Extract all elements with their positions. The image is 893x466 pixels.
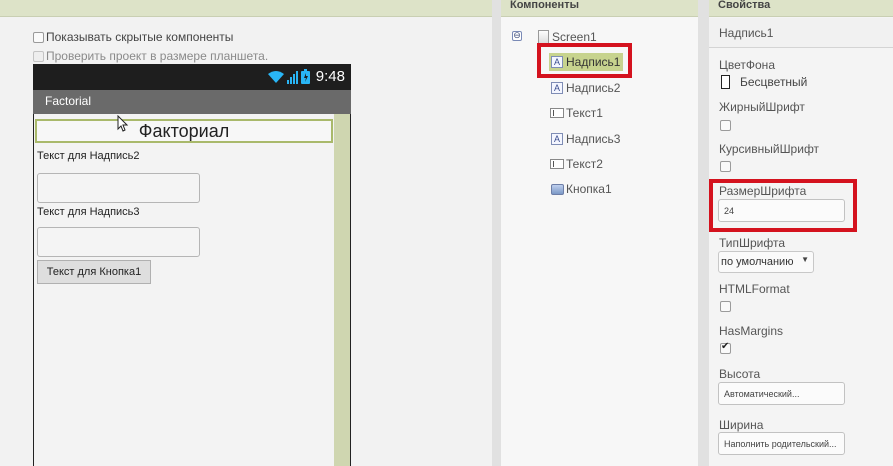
tree-item-label: Текст1 [566, 106, 603, 120]
show-hidden-checkbox[interactable] [33, 31, 44, 43]
tree-item-textbox2[interactable]: Текст2 [550, 155, 603, 173]
wifi-icon [267, 70, 284, 83]
tree-item-label: Screen1 [552, 30, 597, 44]
battery-icon [300, 69, 310, 84]
signal-icon [286, 70, 298, 84]
tablet-preview-label: Проверить проект в размере планшета. [46, 49, 269, 63]
prop-hasmargins-label: HasMargins [719, 324, 784, 338]
prop-width-label: Ширина [719, 418, 764, 432]
label1-preview[interactable]: Факториал [35, 119, 333, 143]
label-icon: A [551, 82, 563, 94]
prop-bgcolor-label: ЦветФона [719, 58, 775, 72]
highlight-box-fontsize [709, 179, 857, 232]
mouse-cursor-icon [117, 115, 129, 132]
collapse-toggle-icon[interactable]: ⊖ [512, 31, 522, 41]
prop-italic-label: КурсивныйШрифт [719, 142, 820, 156]
viewer-panel: Показывать скрытые компоненты Проверить … [0, 0, 492, 466]
tablet-preview-checkbox[interactable] [33, 50, 44, 62]
italic-checkbox[interactable] [720, 161, 731, 172]
tree-item-label: Надпись2 [566, 81, 621, 95]
components-header: Компоненты [501, 0, 698, 17]
tree-item-label: Текст2 [566, 157, 603, 171]
tree-item-label: Надпись3 [566, 132, 621, 146]
button-icon [550, 183, 564, 195]
tablet-preview-option[interactable]: Проверить проект в размере планшета. [33, 49, 268, 63]
panel-divider [492, 0, 501, 466]
show-hidden-label: Показывать скрытые компоненты [46, 30, 234, 44]
textbox1-preview[interactable] [37, 173, 200, 203]
viewer-header-strip [0, 0, 492, 17]
button1-preview[interactable]: Текст для Кнопка1 [37, 260, 151, 284]
prop-fonttype-label: ТипШрифта [719, 236, 786, 250]
screen-icon [537, 30, 549, 44]
label-icon: A [551, 133, 563, 145]
textbox-icon [550, 159, 564, 169]
app-title-bar: Factorial [33, 90, 351, 114]
tree-item-button1[interactable]: Кнопка1 [550, 180, 612, 198]
bgcolor-swatch[interactable] [721, 75, 730, 89]
label2-preview[interactable]: Текст для Надпись2 [37, 150, 140, 162]
prop-height-label: Высота [719, 367, 761, 381]
prop-htmlformat-label: HTMLFormat [719, 282, 790, 296]
prop-bold-label: ЖирныйШрифт [719, 100, 805, 114]
dropdown-arrow-icon: ▼ [801, 255, 809, 264]
highlight-box-selected-component [537, 43, 632, 78]
bold-checkbox[interactable] [720, 120, 731, 131]
textbox2-preview[interactable] [37, 227, 200, 257]
htmlformat-checkbox[interactable] [720, 301, 731, 312]
components-panel: Компоненты ⊖ Screen1 A Надпись1 A Надпис… [501, 0, 698, 466]
height-input[interactable]: Автоматический... [718, 382, 845, 405]
fonttype-value: по умолчанию [721, 256, 794, 268]
properties-header: Свойства [709, 0, 893, 17]
status-time: 9:48 [315, 68, 345, 85]
phone-status-bar: 9:48 [33, 64, 351, 90]
screen-scroll-rail [334, 114, 350, 466]
properties-panel: Свойства Надпись1 ЦветФона Бесцветный Жи… [709, 0, 893, 466]
phone-screen: Факториал Текст для Надпись2 Текст для Н… [34, 114, 334, 466]
tree-item-label3[interactable]: A Надпись3 [550, 130, 620, 148]
hasmargins-checkbox[interactable] [720, 341, 731, 354]
tree-item-label: Кнопка1 [566, 182, 612, 196]
textbox-icon [550, 108, 564, 118]
panel-divider [698, 0, 709, 466]
selected-component-name: Надпись1 [709, 18, 893, 48]
fonttype-select[interactable]: по умолчанию ▼ [718, 251, 814, 273]
app-title: Factorial [45, 94, 92, 108]
phone-preview: 9:48 Factorial Факториал Текст для Надпи… [33, 64, 351, 466]
bgcolor-value[interactable]: Бесцветный [740, 75, 807, 89]
show-hidden-components-option[interactable]: Показывать скрытые компоненты [33, 30, 233, 44]
width-input[interactable]: Наполнить родительский... [718, 432, 845, 455]
tree-item-textbox1[interactable]: Текст1 [550, 104, 603, 122]
tree-item-label2[interactable]: A Надпись2 [550, 79, 620, 97]
label3-preview[interactable]: Текст для Надпись3 [37, 206, 140, 218]
